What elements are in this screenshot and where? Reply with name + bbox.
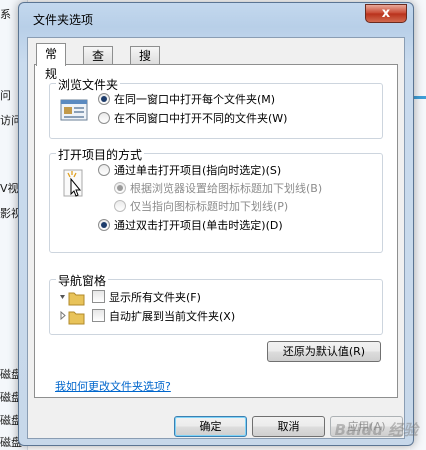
navigation-pane-title: 导航窗格	[56, 272, 109, 289]
expanded-folder-icon	[58, 290, 86, 309]
collapsed-folder-icon	[58, 309, 86, 328]
browse-folders-title: 浏览文件夹	[56, 76, 121, 93]
open-same-window-radio[interactable]: 在同一窗口中打开每个文件夹(M)	[98, 92, 275, 108]
radio-label: 在同一窗口中打开每个文件夹(M)	[114, 93, 276, 106]
radio-label: 根据浏览器设置给图标标题加下划线(B)	[130, 182, 323, 195]
tab-search[interactable]: 搜索	[130, 46, 161, 81]
radio-label: 在不同窗口中打开不同的文件夹(W)	[114, 112, 288, 125]
dialog-title: 文件夹选项	[33, 13, 94, 27]
close-icon: x	[381, 6, 391, 21]
click-cursor-icon	[62, 168, 86, 203]
double-click-radio[interactable]: 通过双击打开项目(单击时选定)(D)	[98, 218, 283, 234]
tab-general[interactable]: 常规	[36, 43, 67, 81]
browse-folders-group: 浏览文件夹 在同一窗口中打开每个文件夹(M) 在不同窗口中打开不同的文件夹(W)	[49, 76, 383, 139]
open-new-window-radio[interactable]: 在不同窗口中打开不同的文件夹(W)	[98, 111, 287, 127]
close-button[interactable]: x	[365, 4, 407, 23]
radio-selected-icon	[98, 219, 110, 231]
show-all-folders-checkbox[interactable]: 显示所有文件夹(F)	[92, 290, 201, 306]
restore-defaults-button[interactable]: 还原为默认值(R)	[267, 341, 381, 362]
radio-selected-icon	[98, 93, 110, 105]
click-items-group: 打开项目的方式 通过单击打开项目(指向时选定)(S) 根据浏览器设置给图标标题加…	[49, 146, 383, 253]
radio-label: 通过双击打开项目(单击时选定)(D)	[114, 219, 283, 232]
click-items-title: 打开项目的方式	[56, 146, 145, 163]
single-click-radio[interactable]: 通过单击打开项目(指向时选定)(S)	[98, 163, 281, 179]
tab-label: 常规	[45, 47, 58, 81]
general-tab-panel: 浏览文件夹 在同一窗口中打开每个文件夹(M) 在不同窗口中打开不同的文件夹(W)…	[34, 64, 398, 398]
radio-label: 通过单击打开项目(指向时选定)(S)	[114, 164, 282, 177]
dialog-client-area: 常规 查看 搜索 浏览文件夹	[27, 37, 405, 439]
browse-folders-icon	[60, 98, 88, 125]
checkbox-label: 自动扩展到当前文件夹(X)	[109, 310, 236, 323]
radio-unselected-icon	[98, 112, 110, 124]
folder-options-dialog: 文件夹选项 x 常规 查看 搜索 浏览文件夹	[18, 2, 414, 446]
radio-unselected-icon	[114, 200, 126, 212]
tab-view[interactable]: 查看	[83, 46, 114, 81]
radio-selected-icon	[114, 182, 126, 194]
radio-label: 仅当指向图标标题时加下划线(P)	[130, 200, 289, 213]
help-link[interactable]: 我如何更改文件夹选项?	[55, 378, 171, 394]
bg-nav-item: 问	[0, 89, 11, 102]
watermark-logo: Baidu 经验	[334, 421, 418, 439]
underline-point-radio[interactable]: 仅当指向图标标题时加下划线(P)	[114, 199, 288, 215]
title-bar[interactable]: 文件夹选项 x	[19, 3, 413, 31]
bg-nav-item: 系	[0, 8, 11, 21]
checkbox-unchecked-icon	[92, 309, 105, 322]
underline-browser-radio[interactable]: 根据浏览器设置给图标标题加下划线(B)	[114, 181, 322, 197]
ok-button[interactable]: 确定	[174, 416, 247, 437]
radio-unselected-icon	[98, 164, 110, 176]
auto-expand-checkbox[interactable]: 自动扩展到当前文件夹(X)	[92, 309, 235, 325]
navigation-pane-group: 导航窗格 显示所有文件夹(F) 自动扩展到当前文件夹(X)	[49, 272, 383, 335]
checkbox-label: 显示所有文件夹(F)	[109, 291, 201, 304]
cancel-button[interactable]: 取消	[252, 416, 325, 437]
checkbox-unchecked-icon	[92, 290, 105, 303]
